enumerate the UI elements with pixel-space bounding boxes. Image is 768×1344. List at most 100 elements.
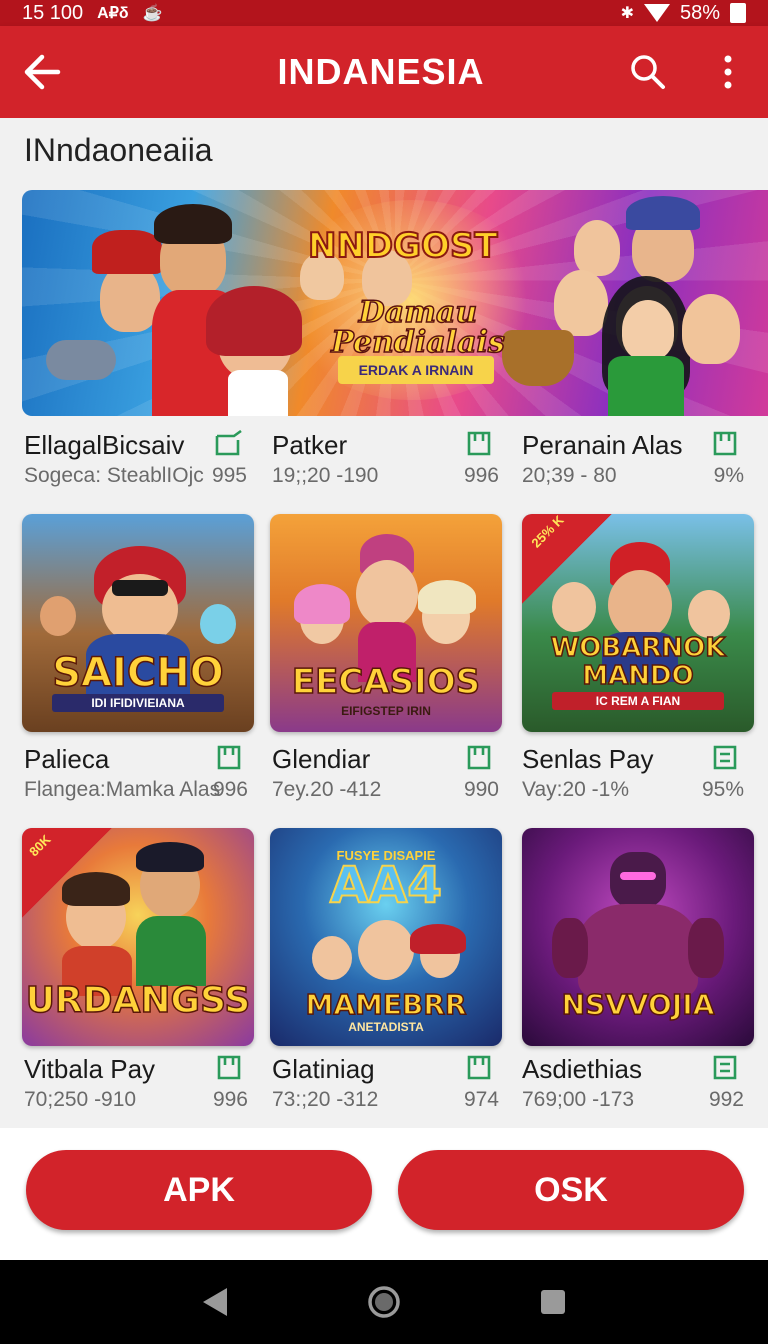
item-name: Glatiniag [272,1054,375,1084]
status-bar: 15 100 A₽δ ☕ ✱ 58% [0,0,768,26]
osk-button[interactable]: OSK [398,1150,744,1230]
list-icon[interactable] [712,744,738,770]
install-icon[interactable] [466,1054,492,1080]
card-art-title: NSVVOJIA [561,987,715,1022]
character-figure [574,220,620,276]
notification-icon: ☕ [142,5,163,22]
banner-logo-main: Damau Pendialais [330,295,505,360]
arrow-left-icon [24,54,61,90]
item-count: 996 [463,464,499,487]
character-figure [136,842,204,872]
card-art-title: EECASIOS [291,661,481,703]
item-subtitle: Vay:20 -1% [522,778,629,801]
character-figure [294,584,350,624]
character-figure [608,570,672,640]
square-recents-icon [541,1290,566,1314]
battery-icon [730,3,746,23]
game-card[interactable]: FUSYE DISAPIE AA4 MAMEBRR ANETADISTA [270,828,502,1046]
card-art-title: MAMEBRR [305,987,468,1022]
card-art-subtitle: ANETADISTA [348,1020,424,1034]
item-count: 95% [701,778,744,801]
item-count: 9% [713,464,744,487]
bottom-action-bar: APK OSK [0,1128,768,1260]
triangle-back-icon [202,1288,227,1316]
app-bar: INDANESIA [0,26,768,118]
card-art-subtitle: IDI IFIDIVIEIANA [52,694,224,712]
search-button[interactable] [608,26,688,118]
item-name: Vitbala Pay [24,1054,156,1084]
nav-home-button[interactable] [364,1282,404,1322]
item-subtitle: 70;250 -910 [24,1088,137,1111]
character-figure [410,924,466,954]
install-icon[interactable] [712,430,738,456]
item-subtitle: Sogeca: SteablIOjc [24,464,204,487]
more-vert-icon [724,55,732,89]
character-figure [358,920,414,980]
search-icon [631,55,665,89]
character-figure [356,560,418,628]
install-icon[interactable] [216,744,242,770]
content-area[interactable]: INndaoneaiia NNDGOST Damau Pendialais ER… [0,118,768,1128]
item-count: 996 [212,778,248,801]
list-icon[interactable] [712,1054,738,1080]
banner-logo-top: NNDGOST [307,225,499,267]
card-art-title: SAICHO [52,649,225,697]
item-count: 996 [212,1088,248,1111]
status-time: 15 100 [22,1,84,24]
character-figure [626,196,700,230]
character-figure [688,918,724,978]
game-card[interactable]: EECASIOS EIFIGSTEP IRIN [270,514,502,732]
item-subtitle: 73:;20 -312 [272,1088,379,1111]
system-nav-bar [0,1260,768,1344]
character-figure [112,580,168,596]
section-title: INndaoneaiia [24,132,213,168]
install-icon[interactable] [466,744,492,770]
character-figure [154,204,232,244]
item-count: 974 [463,1088,499,1111]
nav-recents-button[interactable] [533,1282,573,1322]
character-figure [552,918,588,978]
corner-badge-text: 80K [26,831,54,860]
character-figure [578,904,698,1000]
card-art-title: WOBARNOK MANDO [550,633,726,691]
item-name: Glendiar [272,744,371,774]
game-card[interactable]: SAICHO IDI IFIDIVIEIANA [22,514,254,732]
character-figure [206,286,302,356]
item-subtitle: 20;39 - 80 [522,464,617,487]
install-icon[interactable] [214,430,244,456]
item-count: 990 [463,778,499,801]
game-card[interactable]: 80K URDANGSS [22,828,254,1046]
item-name: Palieca [24,744,110,774]
install-icon[interactable] [216,1054,242,1080]
card-art-subtitle: EIFIGSTEP IRIN [341,704,431,718]
banner-ribbon: ERDAK A IRNAIN [338,356,494,384]
more-options-button[interactable] [688,26,768,118]
character-figure [228,370,288,416]
character-figure [92,230,162,274]
gem-cannon [46,340,116,380]
item-count: 995 [211,464,247,487]
signal-icon [643,4,670,22]
character-figure [688,590,730,638]
character-figure [200,604,236,644]
character-figure [136,916,206,986]
item-subtitle: 769;00 -173 [522,1088,635,1111]
page-title: INDANESIA [277,51,485,92]
app-screen: 15 100 A₽δ ☕ ✱ 58% INDANESIA INndaoneaii… [0,0,768,1344]
item-subtitle: 19;;20 -190 [272,464,379,487]
nav-back-button[interactable] [195,1282,235,1322]
character-figure [608,356,684,416]
install-icon[interactable] [466,430,492,456]
game-card[interactable]: NSVVOJIA [522,828,754,1046]
game-card[interactable]: 25% K WOBARNOK MANDO IC REM A FIAN [522,514,754,732]
item-subtitle: 7ey.20 -412 [272,778,382,801]
back-button[interactable] [0,26,84,118]
character-figure [620,872,656,880]
character-figure [610,852,666,908]
featured-banner[interactable]: NNDGOST Damau Pendialais ERDAK A IRNAIN [22,190,768,416]
card-art-subtitle: IC REM A FIAN [552,692,724,710]
item-count: 992 [708,1088,744,1111]
apk-button[interactable]: APK [26,1150,372,1230]
card-art-title: URDANGSS [25,979,251,1022]
status-extra: A₽δ [97,5,129,22]
